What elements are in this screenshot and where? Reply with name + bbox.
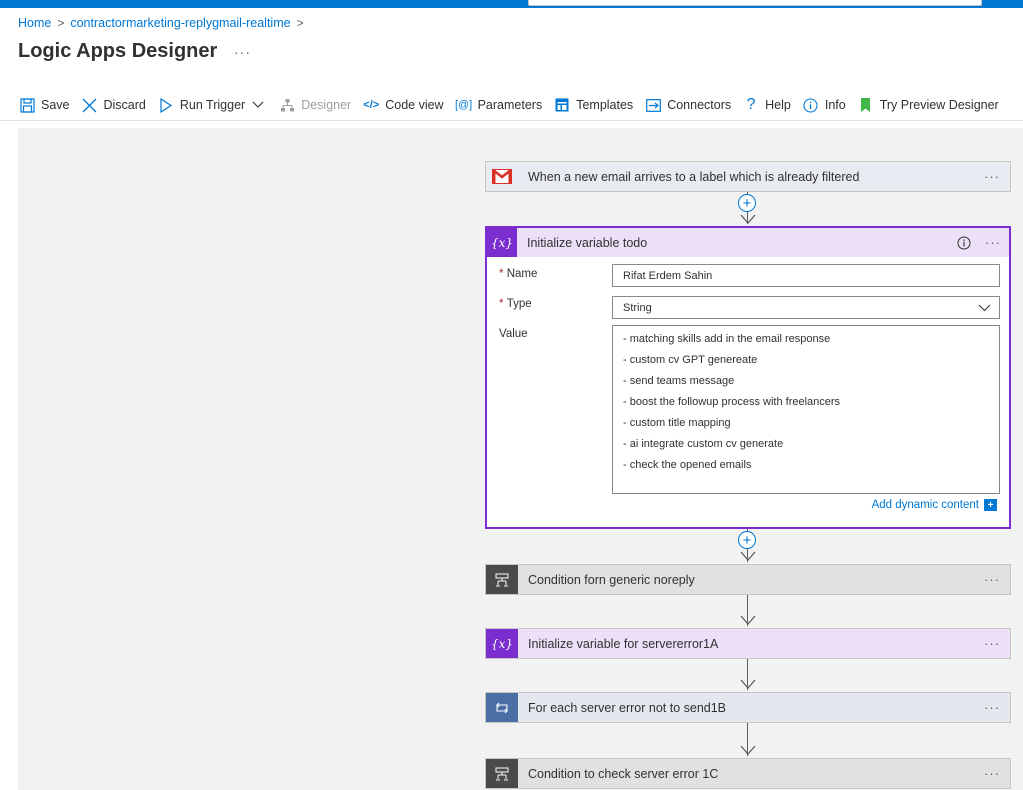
bookmark-icon — [857, 96, 875, 114]
designer-button[interactable]: Designer — [278, 96, 351, 114]
templates-button[interactable]: Templates — [553, 96, 633, 114]
variable-type-select[interactable]: String — [612, 296, 1000, 319]
arrow-down-icon — [740, 745, 756, 755]
step-title: Condition forn generic noreply — [528, 572, 695, 587]
chevron-down-icon — [249, 96, 267, 114]
name-field-label: * Name — [499, 268, 538, 280]
portal-top-bar — [0, 0, 1023, 8]
connectors-button[interactable]: Connectors — [644, 96, 731, 114]
arrow-down-icon — [740, 679, 756, 689]
save-icon — [18, 96, 36, 114]
variable-icon: {x} — [486, 629, 518, 658]
step-title: For each server error not to send1B — [528, 700, 727, 715]
connectors-icon — [644, 96, 662, 114]
parameters-button[interactable]: [@] Parameters — [454, 96, 542, 114]
chevron-right-icon: > — [57, 16, 65, 30]
designer-icon — [278, 96, 296, 114]
add-step-icon[interactable]: + — [738, 194, 756, 212]
add-step-icon[interactable]: + — [738, 531, 756, 549]
step-title: Initialize variable for servererror1A — [528, 636, 719, 651]
breadcrumb: Home > contractormarketing-replygmail-re… — [18, 16, 310, 30]
designer-toolbar: Save Discard Run Trigger Designer </> Co… — [18, 94, 1010, 116]
page-title: Logic Apps Designer — [18, 40, 218, 62]
add-dynamic-content-icon: + — [984, 499, 997, 511]
step-header[interactable]: {x} Initialize variable todo ··· — [487, 228, 1009, 257]
play-icon — [157, 96, 175, 114]
info-button[interactable]: Info — [802, 96, 846, 114]
type-field-label: * Type — [499, 298, 532, 310]
gmail-icon — [486, 162, 518, 191]
parameters-icon: [@] — [454, 99, 473, 111]
global-search-input[interactable] — [528, 0, 982, 6]
chevron-right-icon: > — [296, 16, 304, 30]
code-icon: </> — [363, 99, 380, 111]
variable-icon: {x} — [487, 228, 517, 257]
value-line: - boost the followup process with freela… — [623, 396, 841, 408]
more-options-icon[interactable]: ··· — [984, 766, 1010, 781]
try-preview-designer-button[interactable]: Try Preview Designer — [857, 96, 999, 114]
more-options-icon[interactable]: ··· — [984, 700, 1010, 715]
step-title: Initialize variable todo — [527, 235, 648, 250]
close-icon — [81, 96, 99, 114]
step-card-initialize-variable-servererror[interactable]: {x} Initialize variable for servererror1… — [485, 628, 1011, 659]
discard-button[interactable]: Discard — [81, 96, 146, 114]
help-icon: ? — [746, 96, 756, 113]
more-options-icon[interactable]: ··· — [984, 636, 1010, 651]
step-card-foreach-server-error[interactable]: For each server error not to send1B ··· — [485, 692, 1011, 723]
value-line: - custom title mapping — [623, 417, 731, 429]
variable-name-input[interactable]: Rifat Erdem Sahin — [612, 264, 1000, 287]
foreach-loop-icon — [486, 693, 518, 722]
value-line: - send teams message — [623, 375, 735, 387]
info-icon — [802, 96, 820, 114]
condition-icon — [486, 759, 518, 788]
templates-icon — [553, 96, 571, 114]
value-line: - ai integrate custom cv generate — [623, 438, 784, 450]
step-card-initialize-variable-todo[interactable]: {x} Initialize variable todo ··· * Name … — [485, 226, 1011, 529]
arrow-down-icon — [740, 214, 756, 224]
variable-value-textarea[interactable]: - matching skills add in the email respo… — [612, 325, 1000, 494]
breadcrumb-resource[interactable]: contractormarketing-replygmail-realtime — [70, 16, 290, 30]
more-options-icon[interactable]: ··· — [234, 44, 251, 60]
help-button[interactable]: ? Help — [742, 96, 791, 114]
condition-icon — [486, 565, 518, 594]
more-options-icon[interactable]: ··· — [984, 169, 1010, 184]
value-line: - check the opened emails — [623, 459, 752, 471]
info-icon[interactable] — [957, 236, 971, 250]
breadcrumb-home[interactable]: Home — [18, 16, 51, 30]
step-title: When a new email arrives to a label whic… — [528, 169, 860, 184]
arrow-down-icon — [740, 551, 756, 561]
value-line: - custom cv GPT genereate — [623, 354, 758, 366]
step-card-condition-noreply[interactable]: Condition forn generic noreply ··· — [485, 564, 1011, 595]
step-title: Condition to check server error 1C — [528, 766, 719, 781]
chevron-down-icon — [978, 304, 991, 311]
code-view-button[interactable]: </> Code view — [362, 96, 443, 114]
toolbar-divider — [0, 120, 1023, 121]
arrow-down-icon — [740, 615, 756, 625]
save-button[interactable]: Save — [18, 96, 70, 114]
value-line: - matching skills add in the email respo… — [623, 333, 831, 345]
add-dynamic-content-link[interactable]: Add dynamic content + — [872, 499, 997, 511]
step-card-trigger[interactable]: When a new email arrives to a label whic… — [485, 161, 1011, 192]
value-field-label: Value — [499, 328, 528, 340]
run-trigger-button[interactable]: Run Trigger — [157, 96, 267, 114]
more-options-icon[interactable]: ··· — [984, 572, 1010, 587]
step-card-condition-server-error[interactable]: Condition to check server error 1C ··· — [485, 758, 1011, 789]
more-options-icon[interactable]: ··· — [985, 235, 1009, 250]
